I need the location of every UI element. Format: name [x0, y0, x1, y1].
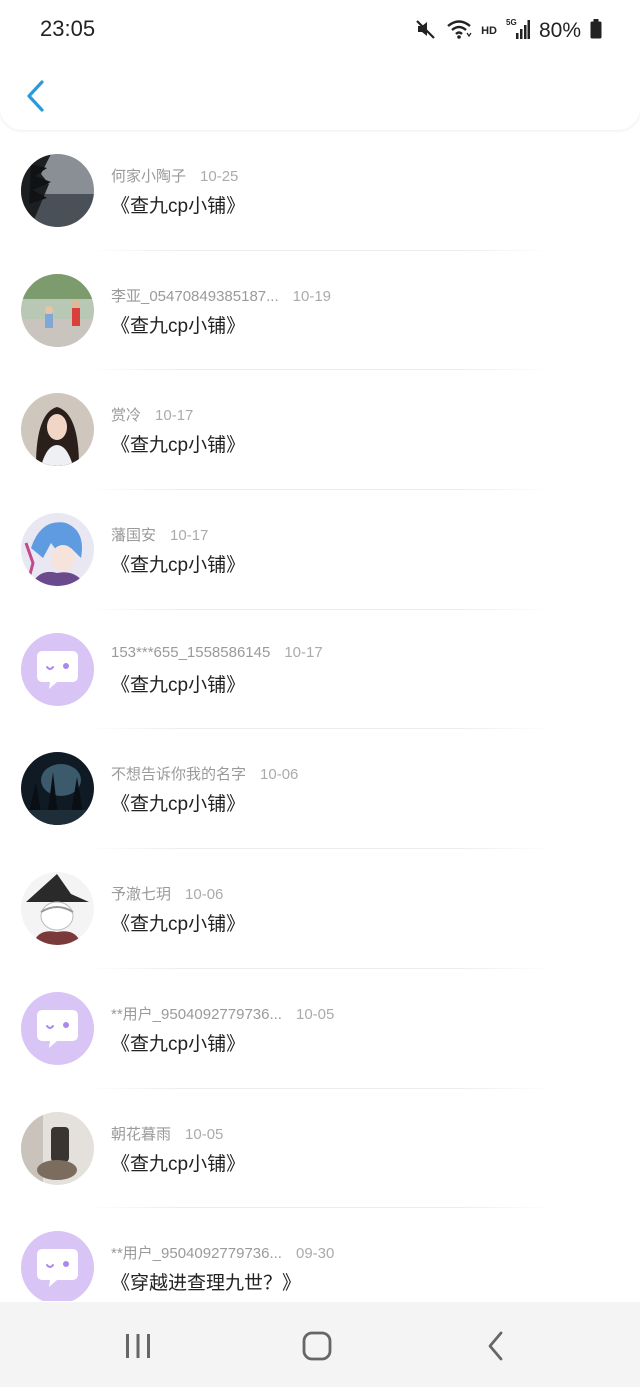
hd-indicator: HD [481, 25, 497, 37]
comment-date: 10-05 [295, 1005, 335, 1023]
status-icons: HD 5G 80% [415, 17, 602, 45]
comment-date: 09-30 [295, 1245, 335, 1263]
home-button[interactable] [295, 1324, 339, 1368]
comment-row[interactable]: 李亚_05470849385187... 10-19 《查九cp小铺》 [0, 251, 640, 371]
comment-row[interactable]: 赏冷 10-17 《查九cp小铺》 [0, 370, 640, 491]
comment-meta: 藩国安 10-17 [111, 524, 208, 545]
svg-text:5G: 5G [506, 18, 517, 27]
comment-date: 10-17 [155, 407, 194, 425]
comment-row[interactable]: 朝花暮雨 10-05 《查九cp小铺》 [0, 1089, 640, 1209]
username[interactable]: **用户_9504092779736... [111, 1245, 282, 1262]
comment-content[interactable]: 《查九cp小铺》 [111, 789, 245, 816]
mute-icon [415, 18, 437, 44]
avatar[interactable] [21, 393, 94, 467]
comment-row[interactable]: 153***655_1558586145 10-17 《查九cp小铺》 [0, 610, 640, 730]
recent-apps-icon [126, 1334, 150, 1358]
comment-content[interactable]: 《查九cp小铺》 [111, 1029, 245, 1056]
comment-content[interactable]: 《穿越进查理九世？》 [111, 1268, 301, 1295]
username[interactable]: 予澈七玥 [111, 886, 171, 903]
back-icon [488, 1331, 503, 1361]
comment-meta: 153***655_1558586145 10-17 [111, 644, 323, 661]
comment-date: 10-05 [185, 1125, 224, 1143]
avatar[interactable] [21, 154, 94, 227]
comment-content[interactable]: 《查九cp小铺》 [111, 670, 245, 697]
comment-date: 10-17 [284, 643, 323, 661]
back-button[interactable] [18, 72, 54, 120]
comment-row[interactable]: **用户_9504092779736... 09-30 《穿越进查理九世？》 [0, 1208, 640, 1301]
comment-date: 10-25 [200, 168, 239, 185]
avatar[interactable] [21, 1231, 94, 1301]
username[interactable]: 李亚_05470849385187... [111, 288, 279, 305]
comment-row[interactable]: 何家小陶子 10-25 《查九cp小铺》 [0, 131, 640, 251]
comment-row[interactable]: 藩国安 10-17 《查九cp小铺》 [0, 490, 640, 610]
chevron-left-icon [27, 80, 44, 112]
username[interactable]: 藩国安 [111, 527, 156, 544]
comment-meta: **用户_9504092779736... 09-30 [111, 1242, 334, 1263]
comment-meta: 不想告诉你我的名字 10-06 [111, 763, 298, 784]
avatar[interactable] [21, 513, 94, 587]
signal-icon: 5G [506, 17, 530, 45]
comment-meta: **用户_9504092779736... 10-05 [111, 1003, 334, 1024]
comment-meta: 予澈七玥 10-06 [111, 883, 223, 904]
comment-date: 10-06 [260, 766, 299, 784]
username[interactable]: 赏冷 [111, 407, 141, 424]
comment-row[interactable]: 予澈七玥 10-06 《查九cp小铺》 [0, 849, 640, 969]
comment-meta: 朝花暮雨 10-05 [111, 1123, 223, 1144]
comment-row[interactable]: 不想告诉你我的名字 10-06 《查九cp小铺》 [0, 729, 640, 850]
avatar[interactable] [21, 632, 94, 706]
username[interactable]: 153***655_1558586145 [111, 644, 270, 661]
comment-date: 10-06 [185, 886, 224, 904]
system-nav-bar [0, 1302, 640, 1387]
avatar[interactable] [21, 872, 94, 946]
comment-content[interactable]: 《查九cp小铺》 [111, 311, 245, 338]
wifi-icon [446, 18, 472, 44]
top-bar: 23:05 HD 5G 80% [0, 0, 640, 130]
comment-content[interactable]: 《查九cp小铺》 [111, 550, 245, 577]
comment-date: 10-19 [292, 287, 332, 305]
nav-back-button[interactable] [474, 1324, 518, 1368]
username[interactable]: **用户_9504092779736... [111, 1006, 282, 1023]
recent-apps-button[interactable] [116, 1324, 160, 1368]
avatar[interactable] [21, 991, 94, 1065]
battery-icon [590, 19, 602, 43]
home-icon [302, 1331, 332, 1361]
comment-content[interactable]: 《查九cp小铺》 [111, 191, 245, 218]
status-time: 23:05 [40, 16, 96, 41]
avatar[interactable] [21, 273, 94, 347]
avatar[interactable] [21, 1111, 94, 1185]
username[interactable]: 不想告诉你我的名字 [111, 766, 246, 783]
comment-content[interactable]: 《查九cp小铺》 [111, 430, 245, 457]
avatar[interactable] [21, 752, 94, 826]
comment-meta: 何家小陶子 10-25 [111, 165, 238, 186]
battery-percent: 80% [538, 19, 581, 42]
username[interactable]: 何家小陶子 [111, 168, 186, 185]
comment-content[interactable]: 《查九cp小铺》 [111, 909, 245, 936]
comment-row[interactable]: **用户_9504092779736... 10-05 《查九cp小铺》 [0, 969, 640, 1089]
comment-meta: 李亚_05470849385187... 10-19 [111, 285, 331, 306]
comment-content[interactable]: 《查九cp小铺》 [111, 1149, 245, 1176]
username[interactable]: 朝花暮雨 [111, 1126, 171, 1143]
comment-date: 10-17 [170, 527, 209, 545]
comment-list[interactable]: 何家小陶子 10-25 《查九cp小铺》 李亚_05470849385187... 10… [0, 131, 640, 1301]
comment-meta: 赏冷 10-17 [111, 404, 193, 425]
